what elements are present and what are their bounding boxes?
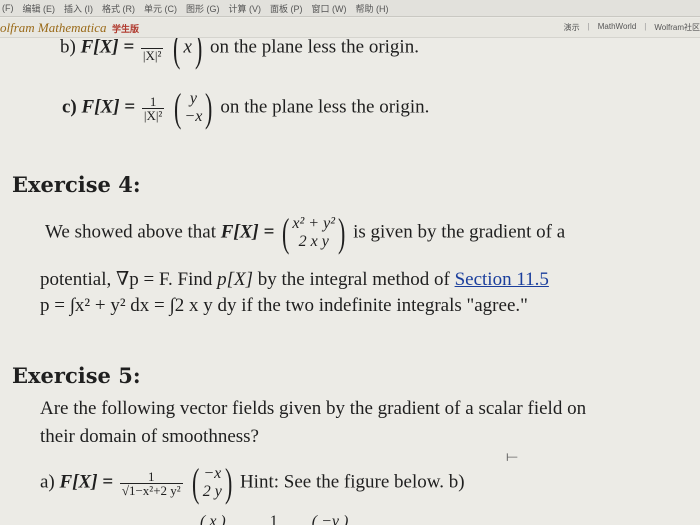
title-bar: olfram Mathematica 学生版 演示 | MathWorld | … [0,18,700,38]
part-label: b) [60,38,76,58]
part-label: c) [62,96,77,118]
menu-cell[interactable]: 单元 (C) [144,2,177,15]
notebook-content[interactable]: b) F[X] = |X|² (x) on the plane less the… [0,38,700,525]
function-lhs: F[X] = [59,471,114,493]
function-lhs: F[X] = [80,38,135,58]
text: is given by the gradient of a [353,221,566,243]
text-cursor-icon: ⟝ [506,448,518,464]
menu-help[interactable]: 帮助 (H) [356,2,389,15]
exercise-5-line-2: their domain of smoothness? [40,426,259,447]
text: by the integral method of [257,269,450,290]
domain-text: on the plane less the origin. [210,38,419,58]
exercise-4-line-1: We showed above that F[X] = (x² + y² 2 x … [45,210,566,255]
edition-badge: 学生版 [112,24,140,34]
part-label: b) [448,471,465,493]
mathworld-link[interactable]: MathWorld [598,22,637,33]
exercise-5-part-a: a) F[X] = 1 √1−x²+2 y² (−x 2 y) Hint: See … [40,460,465,505]
app-title: olfram Mathematica [0,20,107,35]
wolfram-community-link[interactable]: Wolfram社区 [654,22,700,33]
fraction: 1 √1−x²+2 y² [119,468,183,498]
menu-evaluation[interactable]: 计算 (V) [229,2,262,15]
exercise-prev-part-b: b) F[X] = |X|² (x) on the plane less the… [60,38,419,68]
menu-palettes[interactable]: 面板 (P) [270,2,303,15]
vector: −x 2 y [202,465,222,500]
menu-format[interactable]: 格式 (R) [102,2,135,15]
math-inline: p[X] [217,269,254,290]
fraction: 1 |X|² [141,93,165,123]
domain-text: on the plane less the origin. [220,96,430,118]
exercise-4-line-3: p = ∫x² + y² dx = ∫2 x y dy if the two i… [40,295,528,316]
exercise-4-heading: Exercise 4: [12,172,141,197]
menu-file[interactable]: (F) [2,3,14,13]
function-lhs: F[X] = [81,96,136,118]
exercise-4-line-2: potential, ∇p = F. Find p[X] by the inte… [40,268,549,291]
demos-link[interactable]: 演示 [564,22,580,33]
menu-bar: (F) 编辑 (E) 插入 (I) 格式 (R) 单元 (C) 图形 (G) 计… [0,0,700,17]
section-link[interactable]: Section 11.5 [455,269,549,290]
exercise-5-line-1: Are the following vector fields given by… [40,398,587,419]
vector: x² + y² 2 x y [292,215,335,250]
exercise-5-partial-line: ( x ) 1 ( −y ) [200,513,349,525]
exercise-5-heading: Exercise 5: [12,363,141,388]
fraction: |X|² [140,38,164,62]
vector: x [183,38,192,58]
menu-edit[interactable]: 编辑 (E) [23,2,56,15]
menu-window[interactable]: 窗口 (W) [312,2,347,15]
menu-graphics[interactable]: 图形 (G) [186,2,220,15]
right-toolbar: 演示 | MathWorld | Wolfram社区 [563,22,700,33]
menu-insert[interactable]: 插入 (I) [64,2,93,15]
text: potential, ∇p = F. Find [40,269,213,290]
vector: y −x [184,90,203,125]
part-label: a) [40,471,55,493]
text: We showed above that [45,221,216,243]
exercise-prev-part-c: c) F[X] = 1 |X|² (y −x) on the plane less … [62,85,430,130]
function-lhs: F[X] = [220,221,275,243]
hint-text: Hint: See the figure below. [239,471,444,493]
